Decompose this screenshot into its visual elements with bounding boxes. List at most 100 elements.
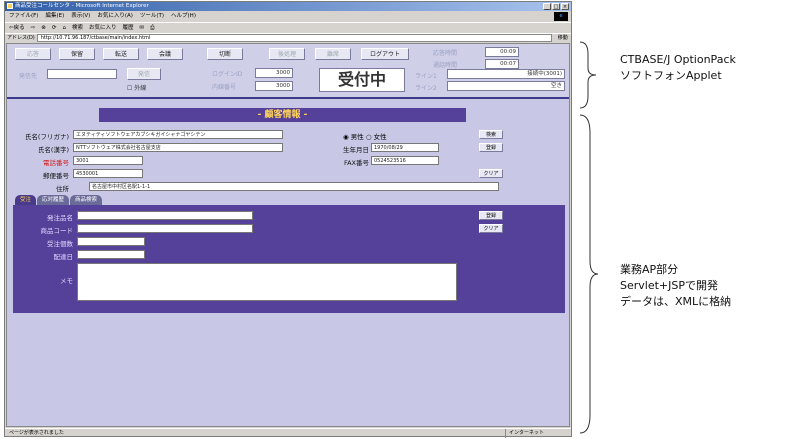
call-time-value: 00:07 xyxy=(485,59,519,69)
phone-input[interactable]: 3001 xyxy=(73,156,143,165)
quantity-label: 受注個数 xyxy=(47,240,73,248)
minimize-button[interactable]: _ xyxy=(543,3,551,10)
gender-radio-group[interactable]: ◉ 男性 ○ 女性 xyxy=(343,131,387,141)
memo-textarea[interactable] xyxy=(77,263,457,301)
delivery-date-label: 配達日 xyxy=(53,253,74,261)
after-call-button[interactable]: 後処理 xyxy=(269,48,305,60)
line1-label: ライン1 xyxy=(415,73,437,80)
name-kana-label: 氏名(フリガナ) xyxy=(24,133,69,141)
external-checkbox[interactable]: ☐ 外線 xyxy=(127,83,146,92)
address-input[interactable]: http://10.71.96.187/ctbase/main/index.ht… xyxy=(36,34,552,42)
zip-label: 郵便番号 xyxy=(43,172,69,180)
birth-input[interactable]: 1970/08/29 xyxy=(371,143,439,152)
home-button[interactable]: ⌂ xyxy=(62,23,66,32)
customer-form: - 顧客情報 - 氏名(フリガナ) エヌティティソフトウェアカブシキガイシャナゴ… xyxy=(7,101,569,426)
quantity-input[interactable] xyxy=(77,237,145,246)
history-button[interactable]: 履歴 xyxy=(122,23,133,32)
applet-annotation-line2: ソフトフォンApplet xyxy=(620,69,722,82)
disconnect-button[interactable]: 切断 xyxy=(207,48,243,60)
zip-input[interactable]: 4530001 xyxy=(73,169,143,178)
memo-label: メモ xyxy=(60,277,73,285)
order-clear-button[interactable]: クリア xyxy=(479,224,503,233)
product-code-label: 商品コード xyxy=(40,227,74,235)
dial-label: 発信先 xyxy=(19,73,38,80)
applet-annotation-line1: CTBASE/J OptionPack xyxy=(620,53,736,66)
login-id-label: ログインID xyxy=(212,71,243,78)
hold-button[interactable]: 保留 xyxy=(59,48,95,60)
print-button[interactable]: ⎙ xyxy=(150,23,154,32)
menu-view[interactable]: 表示(V) xyxy=(71,12,90,21)
go-button[interactable]: 移動 xyxy=(558,34,568,43)
menu-bar: ファイル(F) 編集(E) 表示(V) お気に入り(A) ツール(T) ヘルプ(… xyxy=(5,12,571,21)
status-text: ページが表示されました xyxy=(9,430,64,436)
tab-history[interactable]: 応対履歴 xyxy=(37,195,70,205)
login-id-value: 3000 xyxy=(255,68,293,78)
fax-label: FAX番号 xyxy=(343,159,369,167)
customer-clear-button[interactable]: クリア xyxy=(479,169,503,178)
call-status-display: 受付中 xyxy=(319,68,405,92)
answer-button[interactable]: 応答 xyxy=(15,48,51,60)
stop-button[interactable]: ⊗ xyxy=(41,23,46,32)
nav-toolbar: ⇦戻る ⇨ ⊗ ⟳ ⌂ 検索 お気に入り 履歴 ✉ ⎙ xyxy=(5,22,571,32)
window-title: 商品受注コールセンタ - Microsoft Internet Explorer xyxy=(15,3,149,9)
softphone-applet: 応答 保留 転送 会議 切断 後処理 離席 ログアウト 応答時間 00:09 通… xyxy=(7,44,569,99)
fax-input[interactable]: 0524523516 xyxy=(371,156,439,165)
business-ap-annotation-line1: 業務AP部分 xyxy=(620,263,679,276)
customer-register-button[interactable]: 登録 xyxy=(479,143,503,152)
product-code-input[interactable] xyxy=(77,224,253,233)
mail-button[interactable]: ✉ xyxy=(139,23,144,32)
business-ap-annotation-line3: データは、XMLに格納 xyxy=(620,295,732,308)
conference-button[interactable]: 会議 xyxy=(147,48,183,60)
address-bar: アドレス(D) http://10.71.96.187/ctbase/main/… xyxy=(5,33,571,42)
orderer-label: 発注品名 xyxy=(47,214,73,222)
male-label: 男性 xyxy=(350,133,364,141)
refresh-button[interactable]: ⟳ xyxy=(52,23,57,32)
logout-button[interactable]: ログアウト xyxy=(361,48,409,60)
search-button[interactable]: 検索 xyxy=(72,23,83,32)
browser-window: 商品受注コールセンタ - Microsoft Internet Explorer… xyxy=(4,1,572,438)
answer-time-label: 応答時間 xyxy=(433,50,458,57)
line1-value: 接続中(3001) xyxy=(447,69,565,79)
away-button[interactable]: 離席 xyxy=(315,48,351,60)
extension-label: 内線番号 xyxy=(212,84,237,91)
customer-search-button[interactable]: 検索 xyxy=(479,130,503,139)
order-panel: 発注品名 商品コード 受注個数 配達日 メモ 登録 クリア xyxy=(13,205,565,313)
order-register-button[interactable]: 登録 xyxy=(479,211,503,220)
tab-product-search[interactable]: 商品検索 xyxy=(70,195,103,205)
menu-edit[interactable]: 編集(E) xyxy=(45,12,64,21)
menu-help[interactable]: ヘルプ(H) xyxy=(171,12,196,21)
applet-brace xyxy=(579,41,597,109)
forward-button[interactable]: ⇨ xyxy=(31,23,36,32)
menu-file[interactable]: ファイル(F) xyxy=(9,12,38,21)
tab-order[interactable]: 受注 xyxy=(15,195,37,205)
page-content: 応答 保留 転送 会議 切断 後処理 離席 ログアウト 応答時間 00:09 通… xyxy=(6,43,570,427)
back-button[interactable]: ⇦戻る xyxy=(9,23,25,32)
business-ap-annotation: 業務AP部分 Servlet+JSPで開発 データは、XMLに格納 xyxy=(620,262,731,310)
transfer-button[interactable]: 転送 xyxy=(103,48,139,60)
maximize-button[interactable]: □ xyxy=(552,3,560,10)
favorites-button[interactable]: お気に入り xyxy=(89,23,117,32)
applet-annotation: CTBASE/J OptionPack ソフトフォンApplet xyxy=(620,52,736,84)
delivery-date-input[interactable] xyxy=(77,250,145,259)
extension-value: 3000 xyxy=(255,81,293,91)
close-button[interactable]: × xyxy=(561,3,569,10)
menu-favorites[interactable]: お気に入り(A) xyxy=(97,12,133,21)
orderer-input[interactable] xyxy=(77,211,253,220)
ie-page-icon xyxy=(7,3,13,9)
internet-zone: インターネット xyxy=(505,429,567,438)
name-kanji-input[interactable]: NTTソフトウェア株式会社名古屋支店 xyxy=(73,143,283,152)
menu-tools[interactable]: ツール(T) xyxy=(140,12,164,21)
title-bar: 商品受注コールセンタ - Microsoft Internet Explorer… xyxy=(5,2,571,11)
female-label: 女性 xyxy=(373,133,387,141)
birth-label: 生年月日 xyxy=(343,146,369,154)
ie-logo-icon: e xyxy=(554,12,568,21)
address-input[interactable]: 名古屋市中村区名駅1-1-1 xyxy=(89,182,499,191)
phone-label: 電話番号 xyxy=(43,159,69,167)
name-kana-input[interactable]: エヌティティソフトウェアカブシキガイシャナゴヤシテン xyxy=(73,130,283,139)
external-label: 外線 xyxy=(134,85,147,92)
dial-button[interactable]: 発信 xyxy=(127,68,161,80)
call-time-label: 通話時間 xyxy=(433,62,458,69)
line2-value: 空き xyxy=(447,81,565,91)
dial-input[interactable] xyxy=(47,69,117,79)
status-bar: ページが表示されました インターネット xyxy=(5,428,571,438)
